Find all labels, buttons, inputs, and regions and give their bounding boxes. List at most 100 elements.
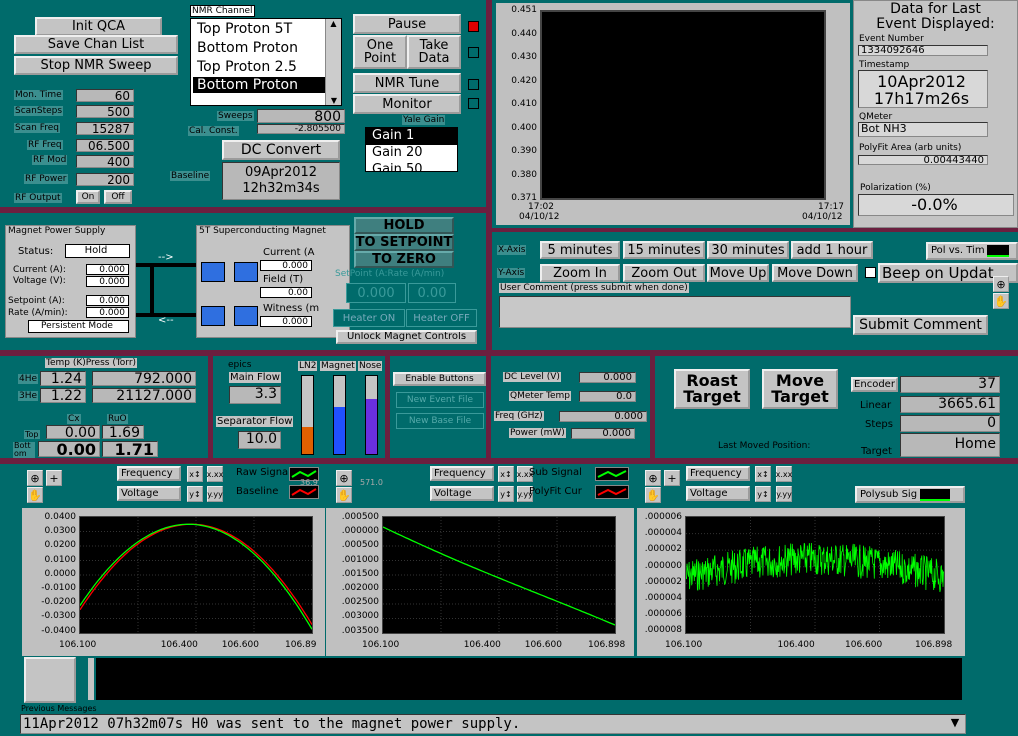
axis-scale-icon[interactable]: y↕ — [755, 486, 771, 502]
plot2-frequency-label[interactable]: Frequency — [430, 466, 494, 481]
add-icon[interactable]: + — [46, 470, 62, 486]
rate-field[interactable]: 0.00 — [408, 283, 456, 303]
user-comment-input[interactable] — [499, 296, 851, 328]
pan-hand-icon[interactable]: ✋ — [336, 487, 352, 503]
pause-button[interactable]: Pause — [353, 14, 461, 34]
x-add-hour-button[interactable]: add 1 hour — [791, 241, 873, 259]
cal-const-field[interactable]: -2.805500 — [257, 124, 345, 134]
monitor-button[interactable]: Monitor — [353, 94, 461, 114]
rf-power-field[interactable]: 200 — [76, 173, 134, 186]
axis-scale-icon[interactable]: y↕ — [187, 486, 203, 502]
axis-scale-icon[interactable]: x↕ — [187, 466, 203, 482]
move-target-button[interactable]: Move Target — [762, 369, 838, 409]
submit-comment-button[interactable]: Submit Comment — [853, 315, 988, 335]
axis-format-icon[interactable]: x.xx — [207, 466, 223, 482]
previous-messages-label: Previous Messages — [21, 704, 97, 713]
to-zero-button[interactable]: TO ZERO — [354, 251, 454, 268]
plot2-voltage-label[interactable]: Voltage — [430, 486, 494, 501]
plot2-x-tick-label: 106.600 — [524, 640, 562, 650]
zoom-in-button[interactable]: Zoom In — [540, 264, 620, 282]
zoom-icon[interactable]: ⊕ — [993, 276, 1009, 292]
zoom-icon[interactable]: ⊕ — [27, 470, 43, 486]
rf-mod-field[interactable]: 400 — [76, 155, 134, 168]
roast-target-button[interactable]: Roast Target — [674, 369, 750, 409]
pan-hand-icon[interactable]: ✋ — [993, 293, 1009, 309]
heater-on-button[interactable]: Heater ON — [333, 309, 405, 327]
polysub-legend[interactable]: Polysub Sig — [855, 486, 965, 503]
take-data-button[interactable]: Take Data — [407, 35, 461, 69]
freq-ghz-label: Freq (GHz) — [494, 411, 544, 421]
yale-gain-list[interactable]: Gain 1 Gain 20 Gain 50 — [365, 127, 458, 172]
x-tick-left-date: 04/10/12 — [519, 212, 560, 222]
messages-icon[interactable] — [24, 657, 76, 703]
x-30min-button[interactable]: 30 minutes — [707, 241, 789, 259]
rf-freq-field[interactable]: 06.500 — [76, 139, 134, 152]
pan-hand-icon[interactable]: ✋ — [27, 487, 43, 503]
list-item[interactable]: Gain 50 — [366, 162, 457, 171]
plot3-y-tick-label: .000002 — [644, 576, 682, 587]
zoom-out-button[interactable]: Zoom Out — [623, 264, 705, 282]
plot3-frequency-label[interactable]: Frequency — [686, 466, 750, 481]
scan-steps-field[interactable]: 500 — [76, 105, 134, 118]
new-base-file-button[interactable]: New Base File — [396, 413, 484, 429]
rf-output-on-button[interactable]: On — [76, 190, 100, 204]
pan-hand-icon[interactable]: ✋ — [645, 487, 661, 503]
nmr-tune-button[interactable]: NMR Tune — [353, 73, 461, 93]
list-item[interactable]: Gain 20 — [366, 145, 457, 162]
scrollbar[interactable]: ▲ ▼ — [325, 19, 341, 105]
axis-format-icon[interactable]: y.yy — [776, 486, 792, 502]
list-item-selected[interactable]: Bottom Proton — [193, 77, 325, 93]
dropdown-chevron-icon[interactable]: ▼ — [946, 716, 964, 732]
save-chan-list-button[interactable]: Save Chan List — [14, 35, 178, 54]
stop-nmr-sweep-button[interactable]: Stop NMR Sweep — [14, 56, 178, 75]
to-setpoint-button[interactable]: TO SETPOINT — [354, 234, 454, 251]
beep-checkbox[interactable] — [865, 267, 876, 278]
pol-vs-time-button[interactable]: Pol vs. Tim — [926, 242, 1018, 260]
dc-convert-button[interactable]: DC Convert — [222, 140, 340, 160]
plot1-frequency-label[interactable]: Frequency — [117, 466, 181, 481]
sweeps-field[interactable]: 800 — [257, 109, 345, 123]
connector — [150, 263, 154, 317]
scan-freq-field[interactable]: 15287 — [76, 122, 134, 135]
zoom-icon[interactable]: ⊕ — [336, 470, 352, 486]
init-qca-button[interactable]: Init QCA — [35, 17, 162, 36]
hold-button[interactable]: HOLD — [354, 217, 454, 234]
mps-rate-field[interactable]: 0.000 — [86, 307, 129, 318]
one-point-button[interactable]: One Point — [353, 35, 407, 69]
list-item[interactable]: Top Proton 5T — [197, 21, 292, 37]
move-up-button[interactable]: Move Up — [707, 264, 769, 282]
plot3-voltage-label[interactable]: Voltage — [686, 486, 750, 501]
x-5min-button[interactable]: 5 minutes — [540, 241, 620, 259]
list-item[interactable]: Top Proton 2.5 — [197, 59, 297, 75]
scroll-up-icon[interactable]: ▲ — [326, 19, 341, 28]
axis-scale-icon[interactable]: x↕ — [498, 466, 514, 482]
plot3-x-tick-label: 106.898 — [915, 640, 953, 650]
x-15min-button[interactable]: 15 minutes — [623, 241, 705, 259]
enable-buttons-button[interactable]: Enable Buttons — [393, 372, 486, 386]
list-item-selected[interactable]: Gain 1 — [366, 128, 457, 145]
plot1-voltage-label[interactable]: Voltage — [117, 486, 181, 501]
setpoint-field[interactable]: 0.000 — [346, 283, 406, 303]
target-label: Target — [861, 446, 892, 457]
axis-format-icon[interactable]: y.yy — [207, 486, 223, 502]
axis-scale-icon[interactable]: y↕ — [498, 486, 514, 502]
zoom-icon[interactable]: ⊕ — [645, 470, 661, 486]
nmr-channel-list[interactable]: Top Proton 5T Bottom Proton Top Proton 2… — [190, 18, 342, 106]
last-moved-label: Last Moved Position: — [718, 441, 811, 451]
unlock-magnet-button[interactable]: Unlock Magnet Controls — [336, 330, 477, 344]
scroll-down-icon[interactable]: ▼ — [326, 96, 342, 105]
mps-setpoint-field[interactable]: 0.000 — [86, 295, 129, 306]
scrollbar-thumb[interactable] — [88, 658, 94, 700]
rf-output-off-button[interactable]: Off — [104, 190, 132, 204]
encoder-label[interactable]: Encoder — [851, 377, 898, 392]
axis-format-icon[interactable]: x.xx — [776, 466, 792, 482]
arrow-right-icon: --> — [158, 252, 174, 263]
add-icon[interactable]: + — [664, 470, 680, 486]
heater-off-button[interactable]: Heater OFF — [406, 309, 477, 327]
mon-time-field[interactable]: 60 — [76, 89, 134, 102]
axis-scale-icon[interactable]: x↕ — [755, 466, 771, 482]
list-item[interactable]: Bottom Proton — [197, 40, 298, 56]
new-event-file-button[interactable]: New Event File — [396, 392, 484, 408]
message-bar[interactable]: 11Apr2012 07h32m07s H0 was sent to the m… — [20, 714, 966, 734]
move-down-button[interactable]: Move Down — [772, 264, 858, 282]
